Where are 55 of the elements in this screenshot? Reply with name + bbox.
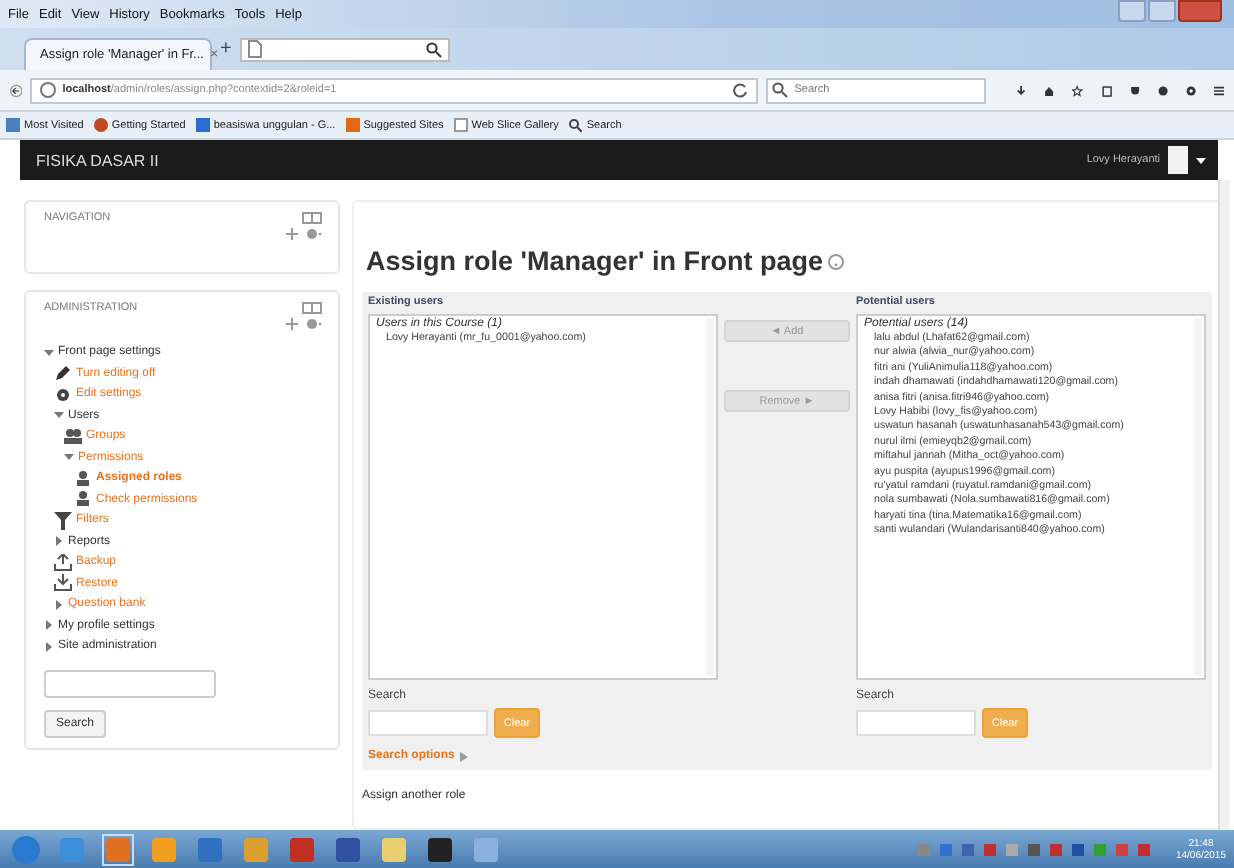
- menu-icon[interactable]: [1213, 81, 1224, 99]
- gear-icon: [306, 228, 322, 240]
- search-icon: [425, 41, 442, 57]
- bookmark-icon: [6, 118, 20, 132]
- home-icon[interactable]: [1044, 81, 1055, 99]
- tab-search-field[interactable]: [239, 37, 450, 61]
- browser-icon[interactable]: [104, 835, 132, 863]
- search-field[interactable]: [368, 710, 488, 736]
- user-list[interactable]: [856, 314, 1206, 680]
- globe-icon: [40, 82, 57, 98]
- close-button[interactable]: [1178, 0, 1222, 22]
- dock-icon: [302, 212, 322, 224]
- page-icon: [247, 40, 262, 58]
- download-icon: [54, 574, 72, 593]
- people-icon: [64, 427, 82, 446]
- caret-icon: [1196, 157, 1206, 163]
- star-icon[interactable]: [1072, 81, 1084, 99]
- book-icon[interactable]: [288, 835, 316, 863]
- notepad-icon[interactable]: [380, 835, 408, 863]
- app-icon[interactable]: [196, 835, 224, 863]
- search-field[interactable]: [44, 669, 216, 697]
- start-button[interactable]: [12, 835, 40, 863]
- upload-icon: [54, 553, 72, 572]
- page-icon: [453, 118, 468, 132]
- minimize-button[interactable]: [1118, 0, 1146, 22]
- search-icon: [568, 118, 583, 132]
- media-icon[interactable]: [150, 835, 178, 863]
- terminal-icon[interactable]: [426, 835, 454, 863]
- bookmark-icon: [93, 118, 108, 132]
- site-name[interactable]: FISIKA DASAR II: [36, 151, 159, 169]
- expand-icon: [460, 751, 469, 761]
- pencil-icon: [54, 364, 72, 383]
- bookmark-icon: [345, 118, 360, 132]
- search-field[interactable]: [856, 710, 976, 736]
- gear-icon: [306, 318, 322, 330]
- app-icon[interactable]: [242, 835, 270, 863]
- person-icon: [74, 469, 92, 488]
- new-tab-button[interactable]: +: [220, 38, 232, 60]
- move-icon: [286, 318, 298, 330]
- reload-icon: [732, 82, 749, 98]
- gear-icon: [54, 385, 72, 404]
- app-icon[interactable]: [472, 835, 500, 863]
- person-icon: [74, 490, 92, 509]
- help-icon: [828, 253, 845, 269]
- dock-icon: [302, 302, 322, 314]
- back-icon: [10, 79, 23, 101]
- browser-icon[interactable]: [58, 835, 86, 863]
- move-icon: [286, 228, 298, 240]
- avatar[interactable]: [1168, 146, 1188, 174]
- bookmark-icon: [195, 118, 210, 132]
- funnel-icon: [54, 511, 72, 530]
- document-icon[interactable]: [334, 835, 362, 863]
- maximize-button[interactable]: [1148, 0, 1176, 22]
- download-icon[interactable]: [1016, 81, 1027, 99]
- page-title: Assign role 'Manager' in Front page: [366, 246, 823, 276]
